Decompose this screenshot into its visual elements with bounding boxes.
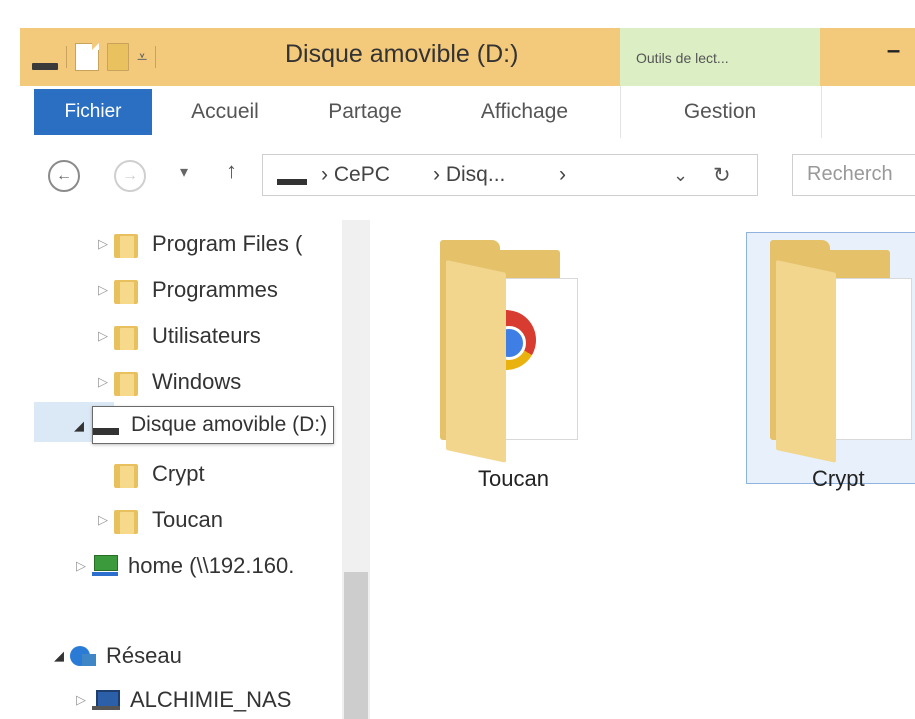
- recent-locations-button[interactable]: ▾: [180, 162, 188, 182]
- file-list: Toucan Crypt: [370, 220, 915, 719]
- tree-item-label: ALCHIMIE_NAS: [130, 687, 292, 712]
- expand-icon[interactable]: ▷: [92, 512, 114, 528]
- folder-chrome-icon: [440, 240, 580, 463]
- expand-icon[interactable]: ▷: [92, 328, 114, 344]
- arrow-up-icon: ↑: [226, 158, 237, 183]
- tree-item-windows[interactable]: ▷ Windows: [92, 362, 241, 402]
- scrollbar-thumb[interactable]: [344, 572, 368, 719]
- tree-item-label: Réseau: [106, 643, 182, 668]
- arrow-right-icon: →: [122, 167, 138, 184]
- tree-item-label: home (\\192.160.: [128, 553, 295, 578]
- address-bar[interactable]: › CePC › Disq... › ⌄ ↻: [262, 154, 758, 196]
- title-bar: ⩡ Disque amovible (D:) Outils de lect...…: [0, 0, 915, 86]
- tree-item-removable-drive[interactable]: Disque amovible (D:): [92, 406, 335, 444]
- folder-icon: [114, 460, 138, 488]
- folder-icon: [114, 230, 138, 258]
- window-title: Disque amovible (D:): [285, 40, 519, 68]
- tree-item-label: Programmes: [152, 277, 278, 302]
- file-item-label: Crypt: [812, 466, 865, 491]
- navigation-pane: ^ ▷ Program Files ( ▷ Programmes ▷ Utili…: [20, 220, 370, 719]
- breadcrumb-drive[interactable]: Disq...: [446, 163, 506, 186]
- properties-icon[interactable]: [75, 43, 99, 71]
- breadcrumb-separator: ›: [433, 163, 440, 186]
- network-icon: [70, 644, 96, 668]
- toolbar-separator: [155, 46, 157, 68]
- file-item-toucan[interactable]: Toucan: [430, 240, 590, 491]
- tree-item-label: Program Files (: [152, 231, 303, 256]
- expand-icon[interactable]: ▷: [92, 282, 114, 298]
- back-button[interactable]: ←: [48, 160, 80, 192]
- new-folder-icon[interactable]: [107, 43, 129, 71]
- customize-toolbar-icon[interactable]: ⩡: [137, 47, 147, 68]
- minimize-button[interactable]: –: [872, 39, 915, 70]
- tree-item-home-network-drive[interactable]: ▷ home (\\192.160.: [70, 546, 294, 586]
- folder-icon: [114, 368, 138, 396]
- computer-icon: [92, 688, 120, 712]
- tree-item-label: Utilisateurs: [152, 323, 261, 348]
- forward-button[interactable]: →: [114, 160, 146, 192]
- expand-icon[interactable]: ▷: [92, 236, 114, 252]
- chevron-down-icon[interactable]: ⌄: [673, 165, 688, 186]
- tree-item-label: Windows: [152, 369, 242, 394]
- expand-icon[interactable]: ▷: [70, 558, 92, 574]
- file-item-label: Toucan: [478, 466, 549, 491]
- tab-share[interactable]: Partage: [315, 86, 415, 138]
- folder-icon: [114, 322, 138, 350]
- expand-icon[interactable]: ▷: [92, 374, 114, 390]
- drive-icon: [277, 179, 307, 185]
- search-box[interactable]: [792, 154, 915, 196]
- breadcrumb[interactable]: › CePC: [321, 163, 390, 187]
- refresh-icon[interactable]: ↻: [713, 163, 731, 188]
- breadcrumb[interactable]: › Disq...: [433, 163, 505, 187]
- collapse-icon[interactable]: ◢: [48, 648, 70, 664]
- file-item-crypt[interactable]: Crypt: [756, 240, 915, 491]
- breadcrumb-separator: ›: [321, 163, 328, 186]
- contextual-tab-label: Outils de lect...: [636, 50, 729, 66]
- nav-pane-scrollbar[interactable]: [342, 220, 370, 719]
- breadcrumb-separator[interactable]: ›: [559, 163, 566, 187]
- collapse-toggle[interactable]: ◢: [70, 406, 88, 446]
- toolbar-separator: [66, 46, 67, 68]
- tree-item-alchimie-nas[interactable]: ▷ ALCHIMIE_NAS: [70, 680, 291, 719]
- collapse-icon[interactable]: ◢: [70, 418, 88, 434]
- tab-file[interactable]: Fichier: [34, 89, 152, 135]
- network-drive-icon: [92, 555, 118, 577]
- tab-home[interactable]: Accueil: [180, 86, 270, 138]
- chevron-down-icon: ▾: [180, 164, 189, 181]
- quick-access-toolbar: ⩡: [20, 28, 157, 86]
- expand-icon[interactable]: ▷: [70, 692, 92, 708]
- folder-icon: [114, 506, 138, 534]
- tree-item-programmes[interactable]: ▷ Programmes: [92, 270, 278, 310]
- tree-item-toucan[interactable]: ▷ Toucan: [92, 500, 223, 540]
- tree-item-utilisateurs[interactable]: ▷ Utilisateurs: [92, 316, 261, 356]
- folder-icon: [114, 276, 138, 304]
- ribbon-tabs: Fichier Accueil Partage Affichage Gestio…: [20, 86, 915, 139]
- tab-view[interactable]: Affichage: [467, 86, 582, 138]
- tree-item-label: Crypt: [152, 461, 205, 486]
- arrow-left-icon: ←: [56, 167, 72, 184]
- tree-item-crypt[interactable]: Crypt: [114, 454, 205, 494]
- drive-icon: [93, 427, 119, 435]
- tree-item-program-files[interactable]: ▷ Program Files (: [92, 224, 302, 264]
- tab-manage[interactable]: Gestion: [670, 86, 770, 138]
- drive-icon: [32, 62, 58, 70]
- tree-item-network[interactable]: ◢ Réseau: [48, 636, 182, 676]
- up-button[interactable]: ↑: [226, 158, 237, 184]
- tree-item-label: Disque amovible (D:): [131, 413, 328, 436]
- folder-icon: [770, 240, 912, 463]
- breadcrumb-this-pc[interactable]: CePC: [334, 163, 390, 186]
- contextual-tab-header: Outils de lect...: [620, 28, 820, 86]
- search-input[interactable]: [793, 155, 915, 193]
- navigation-bar: ← → ▾ ↑ › CePC › Disq... › ⌄ ↻: [20, 138, 915, 220]
- tree-item-label: Toucan: [152, 507, 223, 532]
